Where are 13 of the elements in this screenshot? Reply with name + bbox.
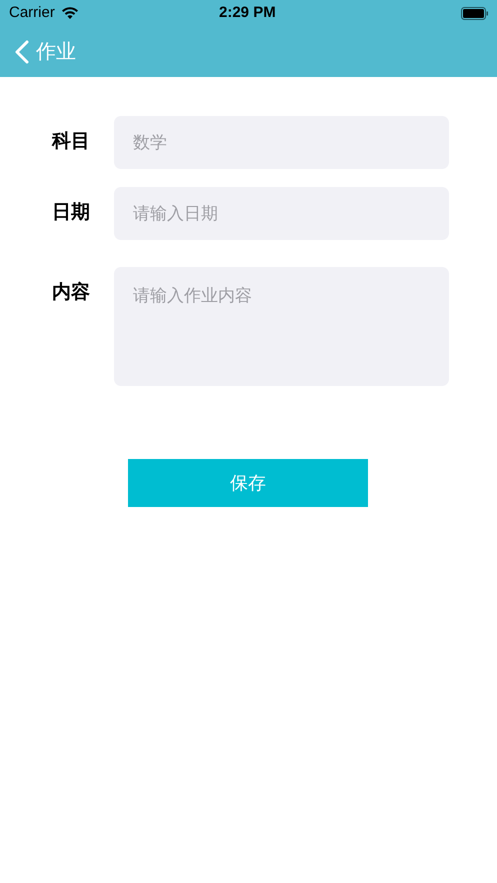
- field-label: 日期: [51, 201, 90, 226]
- save-button[interactable]: 保存: [128, 459, 368, 507]
- content-text-area[interactable]: 请输入作业内容: [114, 267, 449, 386]
- field-label: 科目: [50, 130, 90, 154]
- field-label: 内容: [51, 280, 90, 305]
- battery-icon: [461, 6, 489, 20]
- input-field[interactable]: 请输入日期: [114, 187, 449, 240]
- wifi-icon: [60, 6, 79, 20]
- back-chevron-icon: [15, 40, 29, 64]
- input-field[interactable]: 数学: [114, 116, 449, 169]
- carrier-label: Carrier: [9, 2, 55, 23]
- status-time: 2:29 PM: [219, 2, 276, 23]
- back-button[interactable]: 作业: [15, 36, 76, 66]
